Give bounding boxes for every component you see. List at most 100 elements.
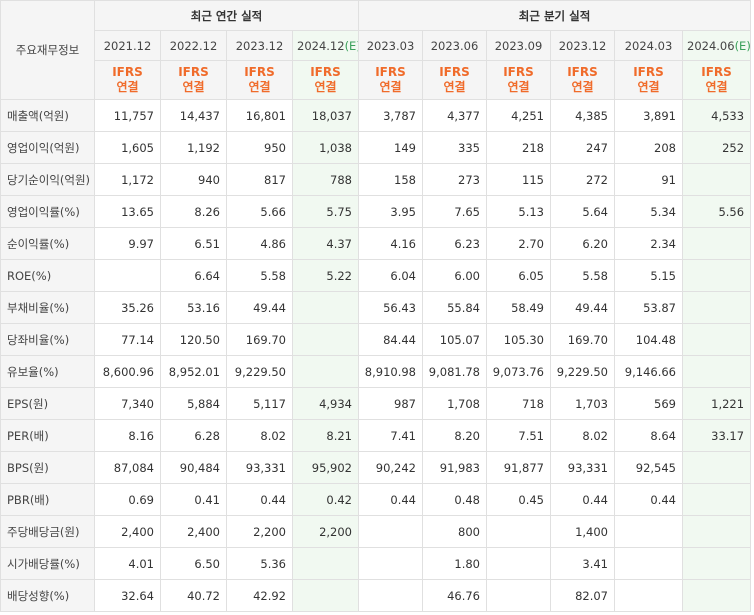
table-cell: 4,251: [486, 99, 551, 132]
table-cell: 58.49: [486, 291, 551, 324]
table-cell: [292, 323, 359, 356]
table-cell: 4,934: [292, 387, 359, 420]
period-header: 2024.03: [614, 30, 683, 61]
table-cell: 6.05: [486, 259, 551, 292]
row-label: 당기순이익(억원): [0, 163, 95, 196]
table-cell: 32.64: [94, 579, 161, 612]
table-cell: 169.70: [226, 323, 293, 356]
table-row: PER(배) 8.16 6.28 8.02 8.21 7.41 8.20 7.51 8.02 8.…: [0, 419, 752, 452]
table-cell: 93,331: [226, 451, 293, 484]
table-cell: 8,910.98: [358, 355, 423, 388]
table-cell: 0.44: [550, 483, 615, 516]
table-cell: 247: [550, 131, 615, 164]
ifrs-standard-label: IFRS 연결: [550, 60, 615, 100]
table-cell: [94, 259, 161, 292]
table-cell: 169.70: [550, 323, 615, 356]
group-header-row: 주요재무정보 최근 연간 실적 최근 분기 실적: [0, 0, 752, 100]
table-cell: 56.43: [358, 291, 423, 324]
row-label-title: 주요재무정보: [0, 0, 95, 100]
table-cell: 5.58: [226, 259, 293, 292]
table-cell: 800: [422, 515, 487, 548]
period-header: 2023.12: [550, 30, 615, 61]
annual-group-header: 최근 연간 실적: [94, 0, 359, 31]
table-cell: 6.64: [160, 259, 227, 292]
row-label: ROE(%): [0, 259, 95, 292]
table-cell: 5.36: [226, 547, 293, 580]
table-cell: 91,983: [422, 451, 487, 484]
period-header: 2023.06: [422, 30, 487, 61]
table-cell: 5.15: [614, 259, 683, 292]
period-date: 2022.12: [169, 38, 218, 53]
table-cell: [681, 355, 752, 388]
table-row: 부채비율(%) 35.26 53.16 49.44 56.43 55.84 58.49 49.…: [0, 291, 752, 324]
table-cell: [358, 515, 423, 548]
table-cell: [292, 547, 359, 580]
table-cell: 569: [614, 387, 683, 420]
table-cell: 33.17: [681, 419, 752, 452]
period-date: 2023.09: [494, 38, 543, 53]
table-cell: 4,385: [550, 99, 615, 132]
table-cell: 1.80: [422, 547, 487, 580]
ifrs-label: IFRS: [503, 65, 534, 79]
table-cell: [681, 291, 752, 324]
row-label: 주당배당금(원): [0, 515, 95, 548]
row-label: 배당성향(%): [0, 579, 95, 612]
table-cell: 940: [160, 163, 227, 196]
table-cell: 0.44: [614, 483, 683, 516]
ifrs-label: IFRS: [701, 65, 732, 79]
consolidated-label: 연결: [314, 80, 337, 94]
table-row: 주당배당금(원) 2,400 2,400 2,200 2,200 800 1,400: [0, 515, 752, 548]
table-row: 영업이익률(%) 13.65 8.26 5.66 5.75 3.95 7.65 5.13 5.6…: [0, 195, 752, 228]
table-cell: 1,172: [94, 163, 161, 196]
table-cell: 5.66: [226, 195, 293, 228]
ifrs-label: IFRS: [112, 65, 143, 79]
period-header: 2021.12: [94, 30, 161, 61]
table-cell: 6.51: [160, 227, 227, 260]
table-cell: 3.95: [358, 195, 423, 228]
table-cell: 0.45: [486, 483, 551, 516]
table-cell: [486, 579, 551, 612]
table-cell: 120.50: [160, 323, 227, 356]
table-cell: 5.58: [550, 259, 615, 292]
table-cell: 0.41: [160, 483, 227, 516]
table-cell: 6.23: [422, 227, 487, 260]
table-cell: 40.72: [160, 579, 227, 612]
table-cell: 4,533: [681, 99, 752, 132]
table-cell: [681, 483, 752, 516]
table-cell: [681, 227, 752, 260]
period-date: 2021.12: [103, 38, 152, 53]
table-cell: 16,801: [226, 99, 293, 132]
table-cell: 8,952.01: [160, 355, 227, 388]
table-cell: 0.44: [226, 483, 293, 516]
period-date: 2023.12: [235, 38, 284, 53]
table-cell: 8.64: [614, 419, 683, 452]
table-cell: 9,146.66: [614, 355, 683, 388]
table-cell: [681, 323, 752, 356]
ifrs-label: IFRS: [633, 65, 664, 79]
table-cell: [486, 547, 551, 580]
table-cell: [486, 515, 551, 548]
table-cell: 4.86: [226, 227, 293, 260]
table-cell: 5.13: [486, 195, 551, 228]
ifrs-label: IFRS: [567, 65, 598, 79]
table-cell: [681, 259, 752, 292]
table-cell: 149: [358, 131, 423, 164]
table-cell: 788: [292, 163, 359, 196]
table-cell: 2,200: [292, 515, 359, 548]
table-cell: 6.28: [160, 419, 227, 452]
table-cell: 2,200: [226, 515, 293, 548]
table-cell: 77.14: [94, 323, 161, 356]
table-cell: 90,484: [160, 451, 227, 484]
ifrs-standard-label: IFRS 연결: [422, 60, 487, 100]
table-cell: 9.97: [94, 227, 161, 260]
table-cell: 1,221: [681, 387, 752, 420]
table-cell: [681, 579, 752, 612]
table-cell: 14,437: [160, 99, 227, 132]
table-cell: 7.65: [422, 195, 487, 228]
table-cell: 6.00: [422, 259, 487, 292]
table-cell: 1,703: [550, 387, 615, 420]
table-cell: 90,242: [358, 451, 423, 484]
financial-summary-table: 주요재무정보 최근 연간 실적 최근 분기 실적 2021.12 2022.12 2…: [0, 0, 752, 612]
table-cell: 105.30: [486, 323, 551, 356]
table-cell: 5.34: [614, 195, 683, 228]
